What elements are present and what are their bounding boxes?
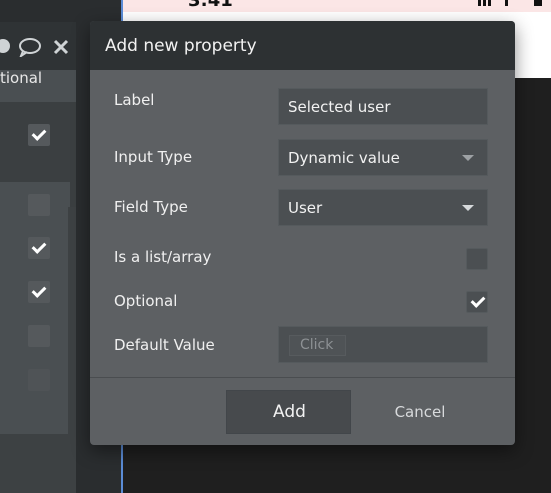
field-type-value: User: [288, 199, 323, 217]
row-checkbox[interactable]: [28, 325, 50, 347]
column-label: tional: [0, 69, 43, 87]
optional-checkbox[interactable]: [466, 291, 488, 313]
add-button[interactable]: Add: [226, 390, 351, 434]
label-input[interactable]: Selected user: [278, 88, 488, 125]
default-value-field[interactable]: Click: [278, 326, 488, 363]
optional-label: Optional: [114, 292, 178, 310]
chevron-down-icon: [462, 205, 474, 211]
dialog-footer-divider: [90, 377, 515, 378]
field-type-dropdown[interactable]: User: [278, 189, 488, 226]
add-button-label: Add: [273, 402, 306, 422]
status-time: 3:41: [188, 0, 233, 11]
row-checkbox[interactable]: [28, 237, 50, 259]
cancel-button-label: Cancel: [394, 403, 446, 421]
default-value-label: Default Value: [114, 336, 215, 354]
insert-dynamic-data-button[interactable]: Click: [289, 335, 346, 356]
is-list-checkbox[interactable]: [466, 248, 488, 270]
add-property-dialog: Add new property Label Selected user Inp…: [90, 21, 515, 445]
row-checkbox[interactable]: [28, 124, 50, 146]
row-checkbox[interactable]: [28, 281, 50, 303]
row-checkbox[interactable]: [28, 194, 50, 216]
info-icon[interactable]: [0, 39, 10, 53]
comment-icon[interactable]: [18, 37, 42, 57]
field-type-label: Field Type: [114, 198, 188, 216]
row-checkbox[interactable]: [28, 369, 50, 391]
left-panel-list: [0, 182, 70, 434]
dialog-title: Add new property: [105, 36, 257, 56]
close-icon[interactable]: [53, 39, 69, 55]
left-panel-footer: [0, 434, 70, 493]
input-type-dropdown[interactable]: Dynamic value: [278, 139, 488, 176]
input-type-value: Dynamic value: [288, 149, 400, 167]
chevron-down-icon: [462, 155, 474, 161]
insert-dynamic-data-label: Click: [300, 337, 334, 353]
label-input-value: Selected user: [288, 98, 391, 116]
label-field-label: Label: [114, 91, 155, 109]
input-type-label: Input Type: [114, 148, 193, 166]
is-list-label: Is a list/array: [114, 248, 212, 266]
left-panel-header: [0, 22, 76, 70]
signal-icon: [478, 0, 548, 6]
dialog-header: Add new property: [90, 21, 515, 70]
cancel-button[interactable]: Cancel: [380, 390, 460, 434]
